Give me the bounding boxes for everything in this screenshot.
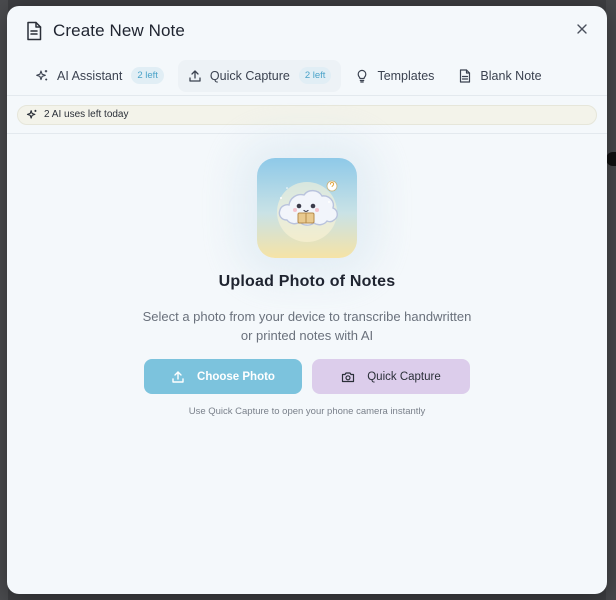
capture-hint: Use Quick Capture to open your phone cam… — [188, 406, 426, 417]
close-icon — [576, 23, 588, 35]
quick-capture-button[interactable]: Quick Capture — [312, 359, 470, 394]
tab-ai-assistant[interactable]: AI Assistant 2 left — [25, 60, 174, 92]
sparkles-icon — [35, 69, 49, 83]
document-icon — [458, 68, 472, 83]
camera-icon — [341, 370, 355, 384]
tab-templates[interactable]: Templates — [345, 60, 444, 92]
sparkles-icon — [26, 109, 38, 121]
background-indicator — [606, 152, 616, 166]
lightbulb-icon — [355, 69, 369, 83]
usage-text: 2 AI uses left today — [44, 109, 129, 120]
usage-row: 2 AI uses left today — [7, 96, 607, 134]
upload-icon — [171, 370, 185, 384]
tab-label: AI Assistant — [57, 68, 123, 83]
tab-label: Blank Note — [480, 68, 542, 83]
create-note-dialog: Create New Note AI Assistant 2 left Quic… — [7, 6, 607, 594]
background-app-edge — [606, 0, 616, 600]
close-button[interactable] — [571, 18, 593, 40]
tab-label: Quick Capture — [209, 68, 290, 83]
tab-label: Templates — [377, 68, 435, 83]
upload-title: Upload Photo of Notes — [218, 273, 396, 290]
document-icon — [25, 21, 43, 41]
remaining-badge: 2 left — [298, 67, 332, 84]
upload-description: Select a photo from your device to trans… — [142, 309, 472, 343]
upload-icon — [188, 69, 202, 83]
button-label: Quick Capture — [367, 370, 441, 383]
usage-banner: 2 AI uses left today — [17, 104, 597, 125]
tab-blank-note[interactable]: Blank Note — [448, 60, 551, 92]
note-type-tabs: AI Assistant 2 left Quick Capture 2 left… — [7, 56, 607, 96]
tab-quick-capture[interactable]: Quick Capture 2 left — [177, 59, 342, 92]
remaining-badge: 2 left — [131, 67, 164, 84]
upload-panel: Upload Photo of Notes Select a photo fro… — [7, 134, 607, 417]
cloud-mascot-illustration — [257, 158, 357, 258]
choose-photo-button[interactable]: Choose Photo — [144, 359, 302, 394]
button-label: Choose Photo — [197, 370, 275, 383]
dialog-title: Create New Note — [53, 21, 185, 40]
upload-actions: Choose Photo Quick Capture — [144, 359, 470, 394]
dialog-header: Create New Note — [7, 6, 607, 56]
